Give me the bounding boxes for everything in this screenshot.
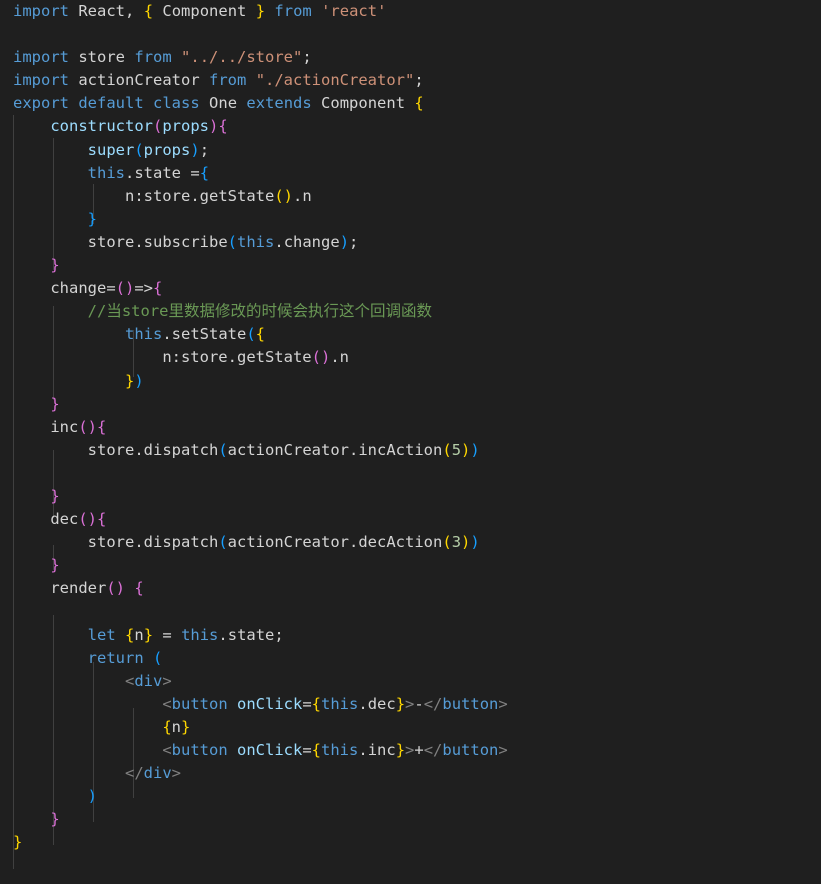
code-line-31-button-dec[interactable]: <button onClick={this.dec}>-</button>	[0, 693, 821, 716]
code-line-29[interactable]: return (	[0, 647, 821, 670]
code-line-5[interactable]: export default class One extends Compone…	[0, 92, 821, 115]
code-line-18[interactable]: }	[0, 393, 821, 416]
code-line-11[interactable]: store.subscribe(this.change);	[0, 231, 821, 254]
code-line-14-comment[interactable]: //当store里数据修改的时候会执行这个回调函数	[0, 300, 821, 323]
code-lines[interactable]: import React, { Component } from 'react'…	[0, 0, 821, 854]
code-line-21[interactable]	[0, 462, 821, 485]
code-line-4[interactable]: import actionCreator from "./actionCreat…	[0, 69, 821, 92]
code-line-24[interactable]: store.dispatch(actionCreator.decAction(3…	[0, 531, 821, 554]
code-line-23[interactable]: dec(){	[0, 508, 821, 531]
code-line-35[interactable]: )	[0, 785, 821, 808]
code-line-10[interactable]: }	[0, 208, 821, 231]
code-line-8[interactable]: this.state ={	[0, 162, 821, 185]
chinese-comment: //当store里数据修改的时候会执行这个回调函数	[87, 302, 432, 321]
code-line-13[interactable]: change=()=>{	[0, 277, 821, 300]
code-line-25[interactable]: }	[0, 554, 821, 577]
code-line-1[interactable]: import React, { Component } from 'react'	[0, 0, 821, 23]
code-editor-surface[interactable]: import React, { Component } from 'react'…	[0, 0, 821, 884]
code-line-20[interactable]: store.dispatch(actionCreator.incAction(5…	[0, 439, 821, 462]
code-line-33-button-inc[interactable]: <button onClick={this.inc}>+</button>	[0, 739, 821, 762]
code-line-7[interactable]: super(props);	[0, 139, 821, 162]
code-line-2[interactable]	[0, 23, 821, 46]
code-line-36[interactable]: }	[0, 808, 821, 831]
code-line-26[interactable]: render() {	[0, 577, 821, 600]
code-line-6[interactable]: constructor(props){	[0, 115, 821, 138]
code-line-30[interactable]: <div>	[0, 670, 821, 693]
code-line-15[interactable]: this.setState({	[0, 323, 821, 346]
code-line-34[interactable]: </div>	[0, 762, 821, 785]
code-line-32-state-n[interactable]: {n}	[0, 716, 821, 739]
code-line-16[interactable]: n:store.getState().n	[0, 346, 821, 369]
code-line-19[interactable]: inc(){	[0, 416, 821, 439]
code-line-12[interactable]: }	[0, 254, 821, 277]
code-line-37[interactable]: }	[0, 831, 821, 854]
code-line-22[interactable]: }	[0, 485, 821, 508]
code-line-17[interactable]: })	[0, 370, 821, 393]
code-line-3[interactable]: import store from "../../store";	[0, 46, 821, 69]
code-line-28[interactable]: let {n} = this.state;	[0, 624, 821, 647]
code-line-9[interactable]: n:store.getState().n	[0, 185, 821, 208]
code-line-27[interactable]	[0, 600, 821, 623]
